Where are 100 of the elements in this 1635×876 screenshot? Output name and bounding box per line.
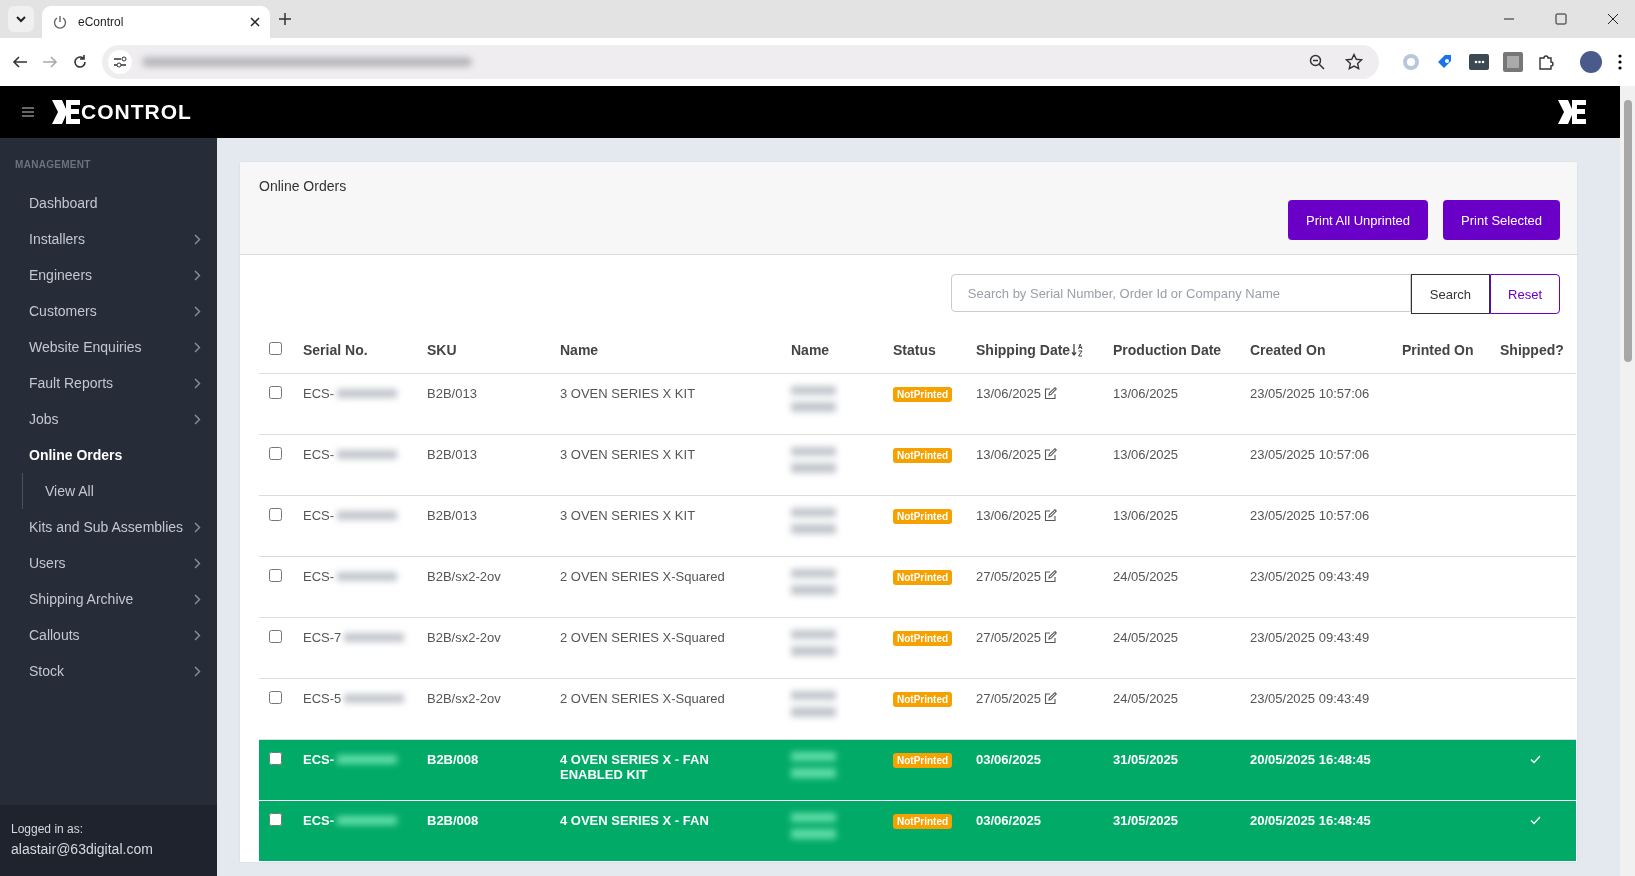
table-row[interactable]: ECS-7 B2B/sx2-2ov 2 OVEN SERIES X-Squared NotPrinted 27/05/2025 24/05/2025 23/05/2025 09:43:49 [259, 617, 1576, 679]
scrollbar[interactable] [1620, 86, 1635, 876]
redacted-text [337, 389, 398, 398]
redacted-text [337, 816, 398, 825]
tab-list-icon[interactable] [8, 6, 34, 32]
search-field[interactable]: Search by Serial Number, Order Id or Company Name [950, 274, 1411, 312]
reset-button[interactable]: Reset [1490, 274, 1560, 314]
sidebar-item[interactable]: Customers [29, 293, 201, 329]
status-badge: NotPrinted [893, 814, 953, 829]
row-checkbox[interactable] [269, 386, 282, 399]
table-cell: ECS- [303, 386, 335, 401]
print-button[interactable]: Print Selected [1443, 200, 1560, 240]
table-cell: 24/05/2025 [1113, 691, 1179, 706]
select-all-checkbox[interactable] [269, 341, 282, 355]
search-button[interactable]: Search [1410, 274, 1491, 314]
redacted-text [337, 450, 398, 459]
user-email: alastair@63digital.com [11, 841, 154, 857]
table-cell: 03/06/2025 [976, 813, 1042, 828]
table-row[interactable]: ECS- B2B/013 3 OVEN SERIES X KIT NotPrinted 13/06/2025 13/06/2025 23/05/2025 10:57:06 [259, 373, 1576, 435]
sidebar-item[interactable]: Jobs [29, 401, 201, 437]
redacted-text [344, 694, 405, 703]
zoom-out-icon[interactable] [1309, 54, 1325, 70]
table-cell: 13/06/2025 [976, 447, 1042, 462]
close-icon[interactable] [1607, 13, 1619, 25]
sidebar-subitem[interactable]: View All [45, 473, 201, 509]
sidebar-item[interactable]: Dashboard [29, 185, 201, 221]
row-checkbox[interactable] [269, 630, 282, 643]
edit-icon[interactable] [1044, 387, 1058, 400]
table-cell: ECS- [303, 813, 335, 828]
edit-icon[interactable] [1044, 509, 1058, 522]
sidebar-item[interactable]: Online Orders [29, 437, 201, 473]
column-header: Serial No. [303, 341, 368, 358]
sort-icon[interactable] [1071, 342, 1084, 357]
edit-icon[interactable] [1044, 631, 1058, 644]
table-cell: 31/05/2025 [1113, 813, 1179, 828]
redacted-text [791, 569, 836, 595]
status-badge: NotPrinted [893, 448, 953, 463]
status-badge: NotPrinted [893, 631, 953, 646]
row-checkbox[interactable] [269, 569, 282, 582]
column-header: Name [560, 341, 599, 358]
redacted-text [337, 572, 398, 581]
sidebar-item[interactable]: Shipping Archive [29, 581, 201, 617]
edit-icon[interactable] [1044, 448, 1058, 461]
row-checkbox[interactable] [269, 752, 282, 765]
avatar-icon[interactable] [1579, 50, 1603, 74]
row-checkbox[interactable] [269, 691, 282, 704]
star-icon[interactable] [1345, 53, 1363, 71]
close-icon[interactable] [250, 17, 260, 27]
table-cell: 27/05/2025 [976, 569, 1042, 584]
table-cell: ECS- [303, 508, 335, 523]
redacted-text [791, 386, 836, 412]
table-row[interactable]: ECS- B2B/sx2-2ov 2 OVEN SERIES X-Squared NotPrinted 27/05/2025 24/05/2025 23/05/2025 09:43:49 [259, 556, 1576, 618]
print-button[interactable]: Print All Unprinted [1288, 200, 1429, 240]
sidebar-item[interactable]: Stock [29, 653, 201, 689]
maximize-icon[interactable] [1555, 13, 1567, 25]
tab-title: eControl [78, 15, 125, 29]
sidebar-section-title: MANAGEMENT [14, 158, 92, 172]
sidebar-item[interactable]: Kits and Sub Assemblies [29, 509, 201, 545]
redacted-text [791, 630, 836, 656]
reload-icon[interactable] [72, 54, 88, 70]
edit-icon[interactable] [1044, 692, 1058, 705]
row-checkbox[interactable] [269, 813, 282, 826]
table-row[interactable]: ECS-5 B2B/sx2-2ov 2 OVEN SERIES X-Squared NotPrinted 27/05/2025 24/05/2025 23/05/2025 09:43:49 [259, 678, 1576, 740]
edit-icon[interactable] [1044, 570, 1058, 583]
table-cell: 3 OVEN SERIES X KIT [560, 447, 696, 462]
back-icon[interactable] [12, 54, 28, 70]
table-cell: 23/05/2025 09:43:49 [1250, 569, 1370, 584]
sidebar-item[interactable]: Engineers [29, 257, 201, 293]
status-badge: NotPrinted [893, 753, 953, 768]
puzzle-icon[interactable] [1537, 53, 1555, 71]
table-cell: 23/05/2025 10:57:06 [1250, 386, 1370, 401]
column-header: Created On [1250, 341, 1326, 358]
table-cell: 23/05/2025 09:43:49 [1250, 691, 1370, 706]
table-cell: 27/05/2025 [976, 630, 1042, 645]
browser-tab[interactable]: eControl [42, 6, 270, 38]
table-cell: 3 OVEN SERIES X KIT [560, 508, 696, 523]
table-cell: 13/06/2025 [976, 386, 1042, 401]
redacted-text [791, 508, 836, 534]
table-cell: 4 OVEN SERIES X - FAN ENABLED KIT [560, 752, 709, 782]
table-cell: B2B/sx2-2ov [427, 630, 501, 645]
sidebar-item[interactable]: Callouts [29, 617, 201, 653]
table-cell: B2B/013 [427, 508, 477, 523]
site-settings-icon[interactable] [108, 50, 132, 74]
table-cell: 13/06/2025 [1113, 508, 1179, 523]
table-row[interactable]: ECS- B2B/013 3 OVEN SERIES X KIT NotPrinted 13/06/2025 13/06/2025 23/05/2025 10:57:06 [259, 434, 1576, 496]
sidebar-item[interactable]: Website Enquiries [29, 329, 201, 365]
dots-icon[interactable] [1469, 52, 1489, 72]
sidebar-item[interactable]: Installers [29, 221, 201, 257]
new-tab-icon[interactable] [278, 12, 292, 26]
menu-icon[interactable] [1617, 53, 1623, 71]
table-row[interactable]: ECS- B2B/013 3 OVEN SERIES X KIT NotPrinted 13/06/2025 13/06/2025 23/05/2025 10:57:06 [259, 495, 1576, 557]
row-checkbox[interactable] [269, 447, 282, 460]
column-header[interactable]: Shipping Date [976, 341, 1084, 358]
sidebar-item[interactable]: Fault Reports [29, 365, 201, 401]
row-checkbox[interactable] [269, 508, 282, 521]
table-cell: B2B/sx2-2ov [427, 691, 501, 706]
table-cell: 2 OVEN SERIES X-Squared [560, 569, 725, 584]
redacted-text [344, 633, 405, 642]
sidebar-item[interactable]: Users [29, 545, 201, 581]
table-cell: 13/06/2025 [1113, 447, 1179, 462]
